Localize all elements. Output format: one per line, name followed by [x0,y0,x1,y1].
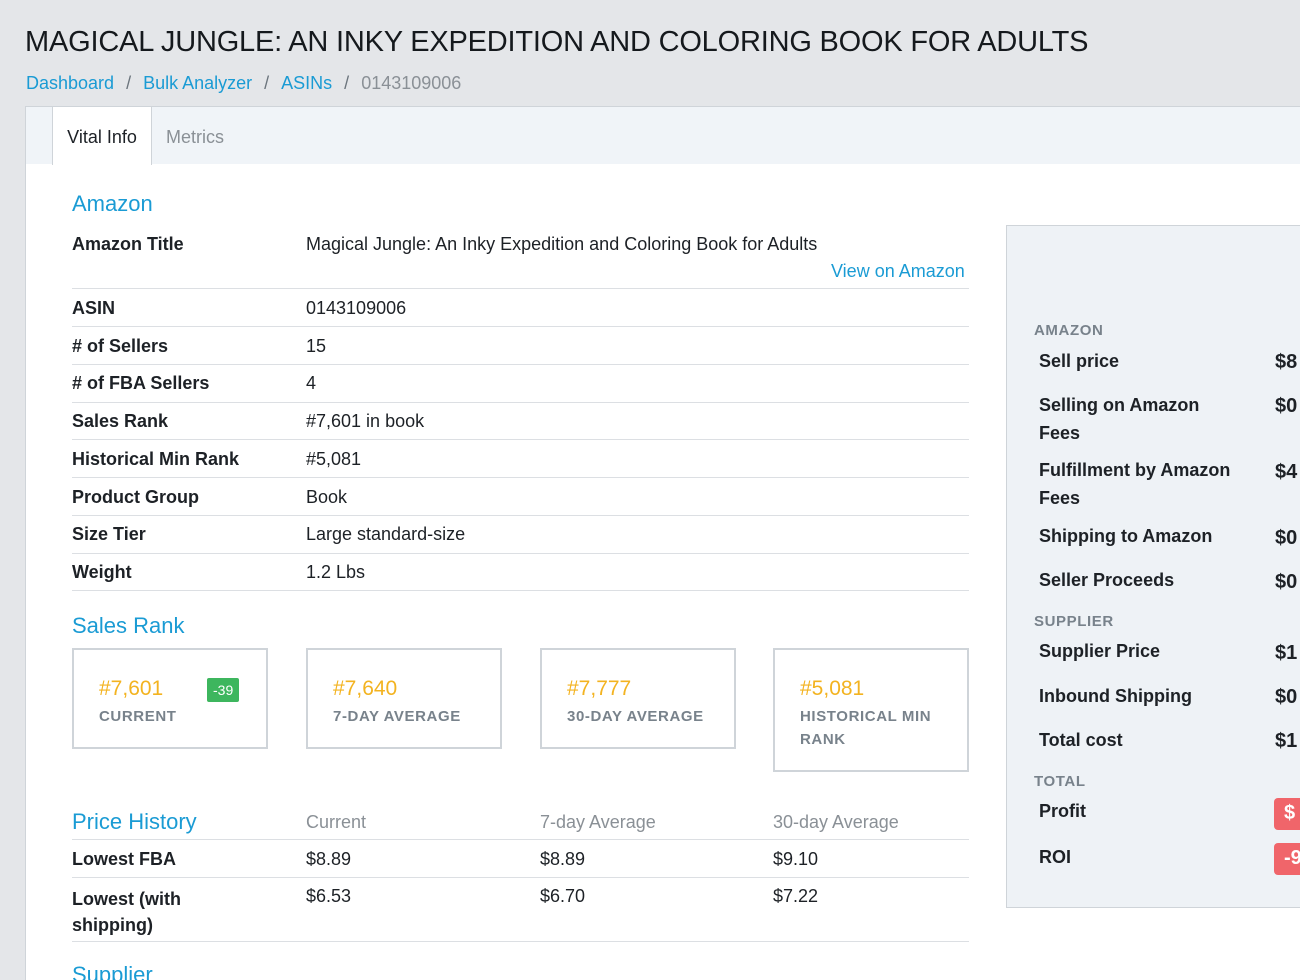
asin-value: 0143109006 [306,298,407,318]
rank-box-historical-min: #5,081 HISTORICAL MIN RANK [773,648,969,772]
divider [72,402,969,403]
breadcrumb-dashboard[interactable]: Dashboard [26,73,114,94]
lowest-with-shipping-7-day: $6.70 [540,886,586,906]
divider [72,364,969,365]
page-title: MAGICAL JUNGLE: AN INKY EXPEDITION AND C… [25,26,1089,58]
historical-min-rank-value: #5,081 [306,449,362,469]
product-group-value: Book [306,487,348,507]
seller-proceeds-value: $0 [1275,571,1298,593]
total-cost-label: Total cost [1039,730,1123,750]
divider [72,515,969,516]
inbound-shipping-value: $0 [1275,686,1298,708]
column-30-day-average: 30-day Average [773,812,899,832]
fba-sellers-label: # of FBA Sellers [72,373,210,393]
rank-label: CURRENT [99,708,177,725]
amazon-summary-heading: AMAZON [1034,322,1104,339]
sales-rank-label: Sales Rank [72,411,169,431]
detail-card: Vital Info Metrics Amazon Amazon Title M… [25,106,1300,980]
lowest-fba-30-day: $9.10 [773,849,819,869]
column-current: Current [306,812,367,832]
rank-value: #5,081 [800,677,865,700]
shipping-to-amazon-label: Shipping to Amazon [1039,526,1213,546]
lowest-fba-7-day: $8.89 [540,849,586,869]
inbound-shipping-label: Inbound Shipping [1039,686,1192,706]
selling-fees-label: Selling on Amazon Fees [1039,395,1200,443]
divider [72,941,969,942]
divider [72,477,969,478]
size-tier-label: Size Tier [72,524,146,544]
size-tier-value: Large standard-size [306,524,466,544]
supplier-price-value: $1 [1275,642,1298,664]
lowest-with-shipping-current: $6.53 [306,886,352,906]
breadcrumb-separator: / [264,73,270,93]
sellers-value: 15 [306,336,327,356]
breadcrumb: Dashboard / Bulk Analyzer / ASINs / 0143… [26,73,461,94]
rank-value: #7,777 [567,677,632,700]
lowest-fba-label: Lowest FBA [72,849,177,869]
weight-label: Weight [72,562,132,582]
total-summary-heading: TOTAL [1034,773,1086,790]
sell-price-value: $8 [1275,351,1298,373]
profit-summary-panel: AMAZON Sell price $8 Selling on Amazon F… [1006,225,1300,908]
tab-bar: Vital Info Metrics [26,107,1300,165]
asin-label: ASIN [72,298,116,318]
profit-label: Profit [1039,801,1086,821]
price-history-heading: Price History [72,809,197,834]
roi-badge: -9 [1274,843,1300,875]
divider [72,288,969,289]
divider [72,590,969,591]
breadcrumb-current: 0143109006 [361,73,462,93]
rank-label: 7-DAY AVERAGE [333,708,461,725]
weight-value: 1.2 Lbs [306,562,366,582]
selling-fees-value: $0 [1275,395,1298,417]
lowest-with-shipping-30-day: $7.22 [773,886,819,906]
fba-sellers-value: 4 [306,373,317,393]
rank-box-current: #7,601 -39 CURRENT [72,648,268,749]
seller-proceeds-label: Seller Proceeds [1039,570,1175,590]
divider [72,439,969,440]
sales-rank-heading: Sales Rank [72,613,185,638]
divider [72,877,969,878]
rank-value: #7,601 [99,677,164,700]
rank-value: #7,640 [333,677,398,700]
supplier-heading: Supplier [72,962,153,980]
lowest-with-shipping-label: Lowest (with shipping) [72,889,181,935]
fba-fees-label: Fulfillment by Amazon Fees [1039,460,1231,508]
rank-box-7-day: #7,640 7-DAY AVERAGE [306,648,502,749]
rank-box-30-day: #7,777 30-DAY AVERAGE [540,648,736,749]
breadcrumb-separator: / [126,73,132,93]
amazon-title-label: Amazon Title [72,234,184,254]
sales-rank-value: #7,601 in book [306,411,425,431]
product-group-label: Product Group [72,487,199,507]
historical-min-rank-label: Historical Min Rank [72,449,240,469]
supplier-summary-heading: SUPPLIER [1034,613,1114,630]
fba-fees-value: $4 [1275,461,1298,483]
tab-metrics[interactable]: Metrics [166,107,224,165]
breadcrumb-asins[interactable]: ASINs [281,73,332,94]
divider [72,326,969,327]
tab-vital-info[interactable]: Vital Info [52,107,152,165]
roi-label: ROI [1039,847,1072,867]
divider [72,553,969,554]
view-on-amazon-link[interactable]: View on Amazon [831,261,965,282]
breadcrumb-separator: / [344,73,350,93]
sellers-label: # of Sellers [72,336,169,356]
lowest-fba-current: $8.89 [306,849,352,869]
amazon-heading: Amazon [72,191,153,216]
sell-price-label: Sell price [1039,351,1120,371]
rank-change-badge: -39 [207,678,240,702]
supplier-price-label: Supplier Price [1039,641,1161,661]
rank-label: 30-DAY AVERAGE [567,708,704,725]
rank-label: HISTORICAL MIN RANK [800,708,932,748]
shipping-to-amazon-value: $0 [1275,527,1298,549]
profit-badge: $ [1274,798,1300,830]
amazon-title-value: Magical Jungle: An Inky Expedition and C… [306,234,818,254]
total-cost-value: $1 [1275,730,1298,752]
breadcrumb-bulk-analyzer[interactable]: Bulk Analyzer [143,73,252,94]
divider [72,839,969,840]
column-7-day-average: 7-day Average [540,812,656,832]
